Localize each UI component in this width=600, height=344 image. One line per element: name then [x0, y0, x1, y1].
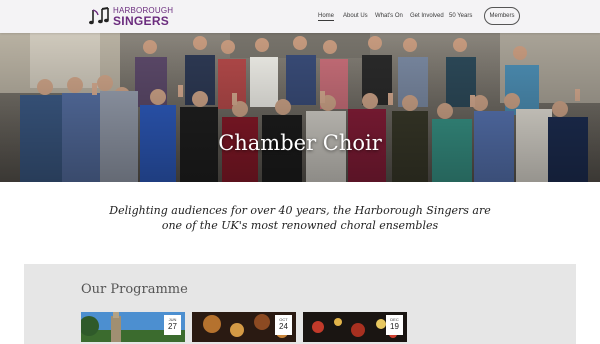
event-day: 27 [168, 322, 177, 331]
event-day: 24 [279, 322, 288, 331]
music-notes-icon [89, 6, 109, 24]
nav-about-us[interactable]: About Us [343, 13, 368, 19]
members-button[interactable]: Members [484, 7, 520, 25]
nav-get-involved[interactable]: Get Involved [410, 13, 444, 19]
event-day: 19 [390, 322, 399, 331]
programme-section: Our Programme JUN 27 OCT 24 DEC 19 [24, 264, 576, 344]
programme-title: Our Programme [81, 282, 188, 297]
site-logo[interactable]: HARBOROUGH SINGERS [88, 4, 173, 29]
tagline: Delighting audiences for over 40 years, … [109, 204, 491, 232]
nav-whats-on[interactable]: What's On [375, 13, 403, 19]
logo-bottom-text: SINGERS [113, 13, 170, 28]
choir-photo [0, 33, 600, 182]
event-date-badge: DEC 19 [386, 315, 403, 335]
event-date-badge: OCT 24 [275, 315, 292, 335]
event-date-badge: JUN 27 [164, 315, 181, 335]
site-header: HARBOROUGH SINGERS Home About Us What's … [0, 0, 600, 33]
hero-title: Chamber Choir [218, 131, 382, 155]
nav-50-years[interactable]: 50 Years [449, 13, 472, 19]
nav-home[interactable]: Home [318, 13, 335, 21]
hero-banner: Chamber Choir [0, 33, 600, 182]
